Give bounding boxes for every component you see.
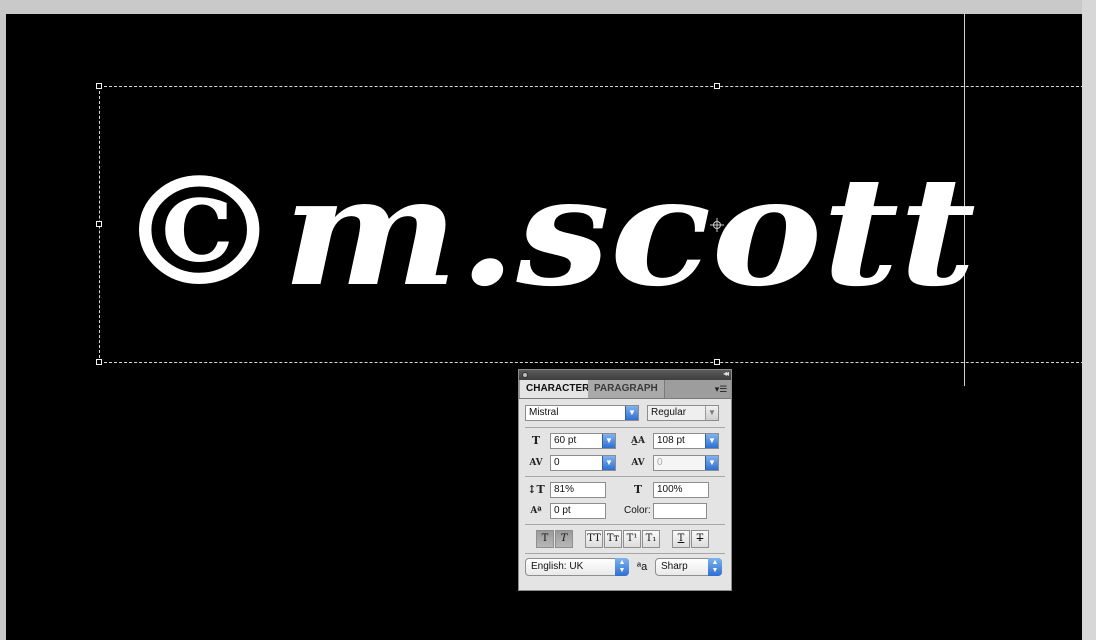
divider: [525, 524, 725, 525]
tab-character[interactable]: CHARACTER: [520, 380, 597, 398]
character-panel: ◂◂ CHARACTER PARAGRAPH ▾☰ Mistral ▼ Regu…: [518, 369, 732, 591]
transform-handle-top-left[interactable]: [96, 83, 102, 89]
chevron-down-icon[interactable]: ▼: [625, 406, 638, 420]
strikethrough-button[interactable]: T: [691, 530, 709, 548]
horizontal-scale-value: 100%: [657, 484, 683, 495]
language-select[interactable]: English: UK ▲ ▼: [525, 558, 629, 576]
panel-tabs: CHARACTER PARAGRAPH ▾☰: [519, 380, 731, 399]
tab-paragraph[interactable]: PARAGRAPH: [588, 380, 665, 398]
baseline-shift-value: 0 pt: [554, 505, 571, 516]
kerning-value: 0: [554, 457, 560, 468]
all-caps-button[interactable]: TT: [585, 530, 603, 548]
font-size-field[interactable]: 60 pt ▼: [550, 433, 616, 449]
chevron-down-icon[interactable]: ▼: [705, 434, 718, 448]
stepper-arrows-icon[interactable]: ▲ ▼: [615, 558, 629, 576]
text-layer-artwork[interactable]: ©m.scott: [106, 134, 986, 334]
font-family-value: Mistral: [529, 407, 559, 418]
tracking-icon: AV: [631, 458, 645, 468]
antialias-icon: ªa: [637, 561, 648, 573]
leading-field[interactable]: 108 pt ▼: [653, 433, 719, 449]
panel-menu-icon[interactable]: ▾☰: [714, 383, 728, 395]
transform-handle-bottom-left[interactable]: [96, 359, 102, 365]
color-swatch[interactable]: [653, 503, 707, 519]
collapse-panel-icon[interactable]: ◂◂: [723, 369, 729, 378]
faux-bold-button[interactable]: T: [536, 530, 554, 548]
color-label: Color:: [624, 505, 651, 516]
subscript-button[interactable]: T₁: [642, 530, 660, 548]
leading-icon: A̲A: [631, 436, 645, 446]
window-edge: [1082, 0, 1096, 640]
font-size-icon: T: [531, 434, 541, 447]
transform-handle-bottom-middle[interactable]: [714, 359, 720, 365]
kerning-icon: AV: [529, 458, 543, 468]
transform-handle-middle-left[interactable]: [96, 221, 102, 227]
language-value: English: UK: [531, 561, 584, 572]
stepper-arrows-icon[interactable]: ▲ ▼: [708, 558, 722, 576]
chevron-down-icon[interactable]: ▼: [602, 434, 615, 448]
type-style-buttons: T T TT Tт T¹ T₁ T T: [536, 530, 726, 548]
panel-title-bar[interactable]: ◂◂: [519, 369, 731, 380]
tracking-value: 0: [657, 457, 663, 468]
divider: [525, 553, 725, 554]
close-panel-icon[interactable]: [522, 372, 528, 378]
transform-handle-top-middle[interactable]: [714, 83, 720, 89]
font-style-select[interactable]: Regular ▼: [647, 405, 719, 421]
vertical-scale-icon: ↕T: [527, 483, 545, 496]
chevron-down-icon[interactable]: ▼: [705, 456, 718, 470]
baseline-shift-icon: Aª: [530, 506, 542, 516]
font-style-value: Regular: [651, 407, 687, 418]
artwork-text: ©m.scott: [116, 144, 976, 320]
superscript-button[interactable]: T¹: [623, 530, 641, 548]
horizontal-scale-icon: T: [633, 483, 643, 496]
tracking-field[interactable]: 0 ▼: [653, 455, 719, 471]
antialias-select[interactable]: Sharp ▲ ▼: [655, 558, 722, 576]
baseline-shift-field[interactable]: 0 pt: [550, 503, 606, 519]
underline-button[interactable]: T: [672, 530, 690, 548]
chevron-down-icon[interactable]: ▼: [602, 456, 615, 470]
font-size-value: 60 pt: [554, 435, 577, 446]
chevron-down-icon[interactable]: ▼: [705, 406, 718, 420]
kerning-field[interactable]: 0 ▼: [550, 455, 616, 471]
faux-italic-button[interactable]: T: [555, 530, 573, 548]
vertical-scale-field[interactable]: 81%: [550, 482, 606, 498]
vertical-scale-value: 81%: [554, 484, 575, 495]
leading-value: 108 pt: [657, 435, 685, 446]
small-caps-button[interactable]: Tт: [604, 530, 622, 548]
font-family-select[interactable]: Mistral ▼: [525, 405, 639, 421]
divider: [525, 427, 725, 428]
horizontal-scale-field[interactable]: 100%: [653, 482, 709, 498]
divider: [525, 476, 725, 477]
reference-point-icon[interactable]: [710, 218, 724, 232]
antialias-value: Sharp: [661, 561, 688, 572]
